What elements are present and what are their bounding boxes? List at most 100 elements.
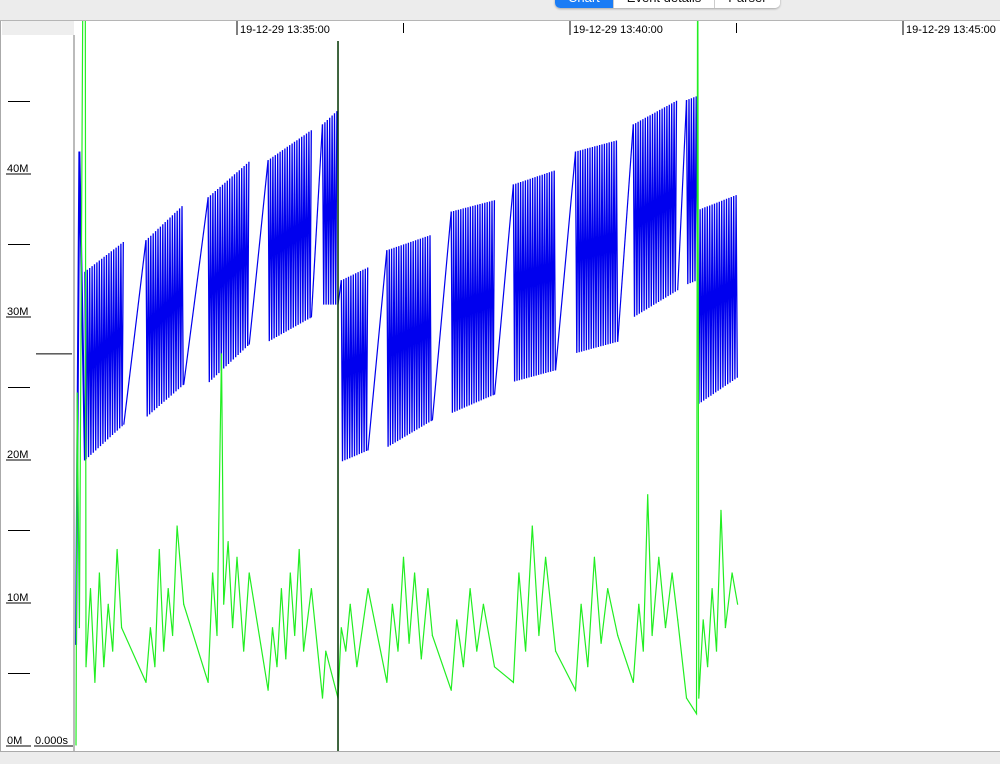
heap-ramp [123,240,147,425]
heap-band [685,96,699,285]
pause-point [580,603,582,605]
pause-point [456,619,458,621]
pause-point [544,556,547,558]
pause-point [715,650,718,652]
pause-point [450,689,452,691]
pause-point [176,525,178,527]
pause-point [367,587,369,590]
heap-ramp [310,124,324,318]
pause-point [538,634,540,637]
pause-point [664,627,667,629]
pause-point [408,642,410,644]
pause-point [512,681,514,684]
pause-point [321,697,324,699]
heap-ramp [554,151,577,371]
x-tick-label: 19-12-29 13:35:00 [240,24,330,36]
pause-point [207,681,209,684]
pause-point [243,650,245,652]
heap-ramp [431,211,452,421]
pause-point [677,619,679,621]
pause-point [737,603,739,605]
pause-point [271,627,274,629]
pause-point [587,666,589,668]
pause-point [98,572,100,574]
heap-band [450,200,496,413]
heap-ramp [617,124,634,342]
pause-point [303,650,305,652]
pause-point [642,650,644,652]
pause-point [402,556,405,558]
pause-point [647,494,649,496]
pause-point [340,627,342,629]
pause-point [154,666,156,668]
pause-point [163,650,165,652]
pause-point [695,713,698,715]
pause-point [658,556,660,558]
pause-point [158,548,160,551]
pause-point [607,587,609,590]
pause-point [78,627,80,629]
y-memory-tick-label: 0M [7,735,22,747]
pause-point [702,619,704,621]
pause-point [227,541,229,543]
heap-band [632,100,678,317]
pause-point [632,681,634,684]
tab-parser[interactable]: Parser [714,0,780,8]
pause-point [482,603,485,605]
tab-event-details[interactable]: Event details [612,0,715,8]
pause-point [231,627,234,629]
pause-point [469,587,471,590]
pause-point [289,572,291,574]
view-tabs: Chart Event details Parser [555,0,780,8]
heap-ramp [183,197,209,385]
pause-point [431,634,433,637]
pause-point [75,744,77,746]
pause-point [211,572,214,574]
pause-point [420,658,422,660]
pause-point [476,650,478,652]
status-bar [0,751,1000,764]
x-tick-label: 19-12-29 13:45:00 [906,24,996,36]
pause-point [711,587,713,590]
heap-ramp [367,250,388,451]
heap-band [321,111,338,305]
heap-ramp [677,100,688,291]
pause-point [349,603,351,605]
pause-point [386,681,388,684]
pause-point [216,634,218,637]
pause-point [236,556,238,558]
heap-band [386,235,432,447]
pause-point [298,548,300,551]
tab-chart[interactable]: Chart [555,0,613,8]
pause-point [462,666,465,668]
y-memory-tick-label: 30M [7,306,28,318]
heap-band [207,161,250,383]
pause-point [651,634,653,637]
pause-point [285,658,287,660]
pause-point [112,650,114,652]
heap-band [512,170,557,382]
pause-point [294,634,296,637]
chart-svg: 19-12-29 13:35:00 19-12-29 13:40:00 19-12-… [2,0,996,751]
pause-point [493,666,496,668]
gc-chart[interactable]: 19-12-29 13:35:00 19-12-29 13:40:00 19-12-… [0,0,1000,751]
pause-point [220,353,223,355]
pause-point [223,603,225,605]
y-memory-tick-label: 40M [7,163,28,175]
axis-corner [2,21,74,35]
pause-point [391,603,393,605]
heap-band [697,195,738,404]
toolbar: Chart Event details Parser [0,0,1000,21]
pause-point [167,587,169,590]
heap-ramp [493,184,514,395]
pause-point [356,666,358,668]
pause-point [116,548,118,551]
y-memory-tick-label: 20M [7,449,28,461]
pause-point [593,556,596,558]
pause-point [94,681,96,684]
pause-point [720,509,722,511]
pause-point [698,697,700,699]
pause-point [276,666,278,668]
pause-point [707,666,709,668]
heap-band [340,267,369,462]
